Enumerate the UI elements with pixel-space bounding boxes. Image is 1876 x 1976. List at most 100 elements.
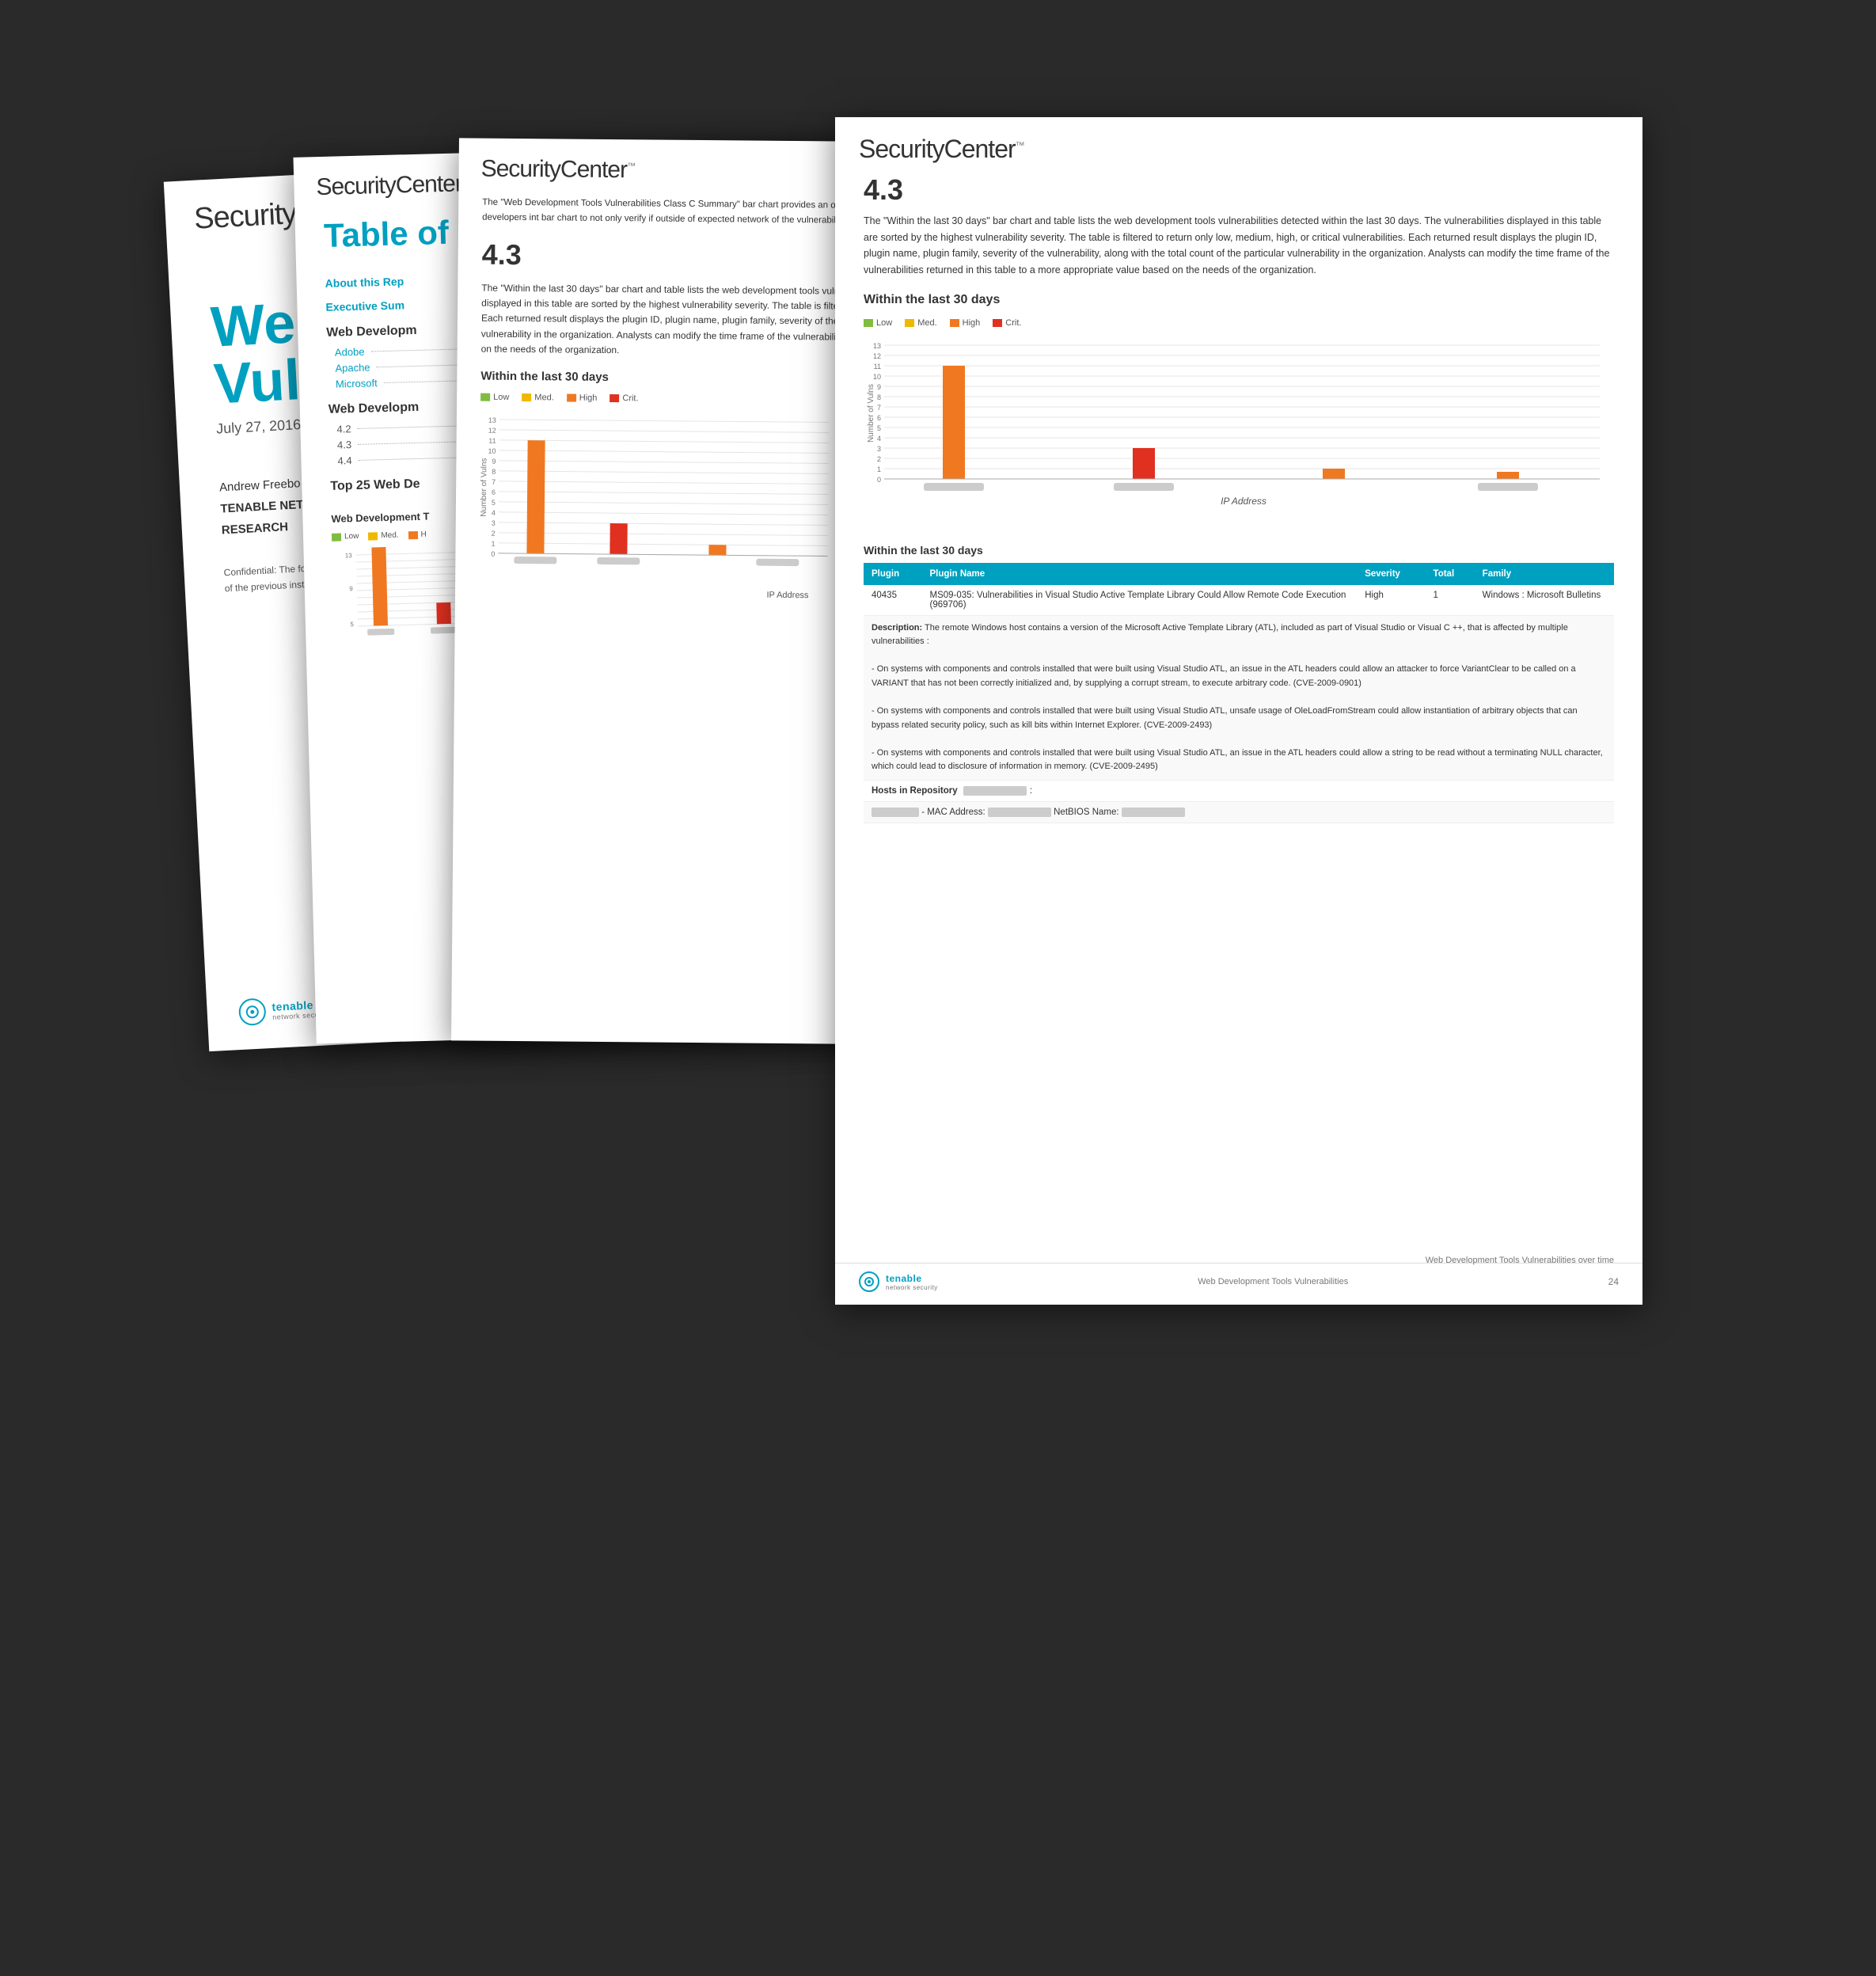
cell-description: Description: The remote Windows host con… [864,615,1614,781]
svg-text:1: 1 [491,540,495,548]
legend-med-p3: Med. [522,393,554,402]
footer-tenable-name: tenable [886,1273,938,1284]
col-total: Total [1426,563,1475,585]
col-family: Family [1475,563,1614,585]
vuln-table-body: 40435 MS09-035: Vulnerabilities in Visua… [864,585,1614,823]
legend-low-p4-label: Low [876,318,892,328]
page3-bar-chart: 13 12 11 10 9 8 7 6 5 4 3 2 1 0 [479,408,845,585]
legend-high-p3-label: High [579,393,598,403]
legend-med-color [368,532,378,540]
legend-high-p4: High [950,318,981,328]
legend-high-label: H [420,530,427,539]
legend-high-p3-color [567,393,576,401]
svg-text:3: 3 [492,519,496,527]
legend-high-p4-color [950,319,959,327]
vuln-table: Plugin Plugin Name Severity Total Family… [864,563,1614,824]
legend-low-p3: Low [480,392,509,401]
legend-med-p3-color [522,393,531,401]
pages-stack: SecurityCenter™ Web DeVulnera July 27, 2… [186,117,1690,1859]
svg-text:13: 13 [873,342,881,350]
svg-text:4: 4 [492,509,496,517]
legend-crit-p4-label: Crit. [1005,318,1021,328]
legend-crit-p4: Crit. [993,318,1021,328]
cell-mac: - MAC Address: NetBIOS Name: [864,802,1614,823]
svg-text:5: 5 [350,621,354,628]
svg-text:0: 0 [491,550,495,558]
netbios-blurred [1122,808,1185,817]
desc-label: Description: [872,623,922,633]
svg-text:9: 9 [349,585,353,592]
svg-text:5: 5 [492,499,496,507]
svg-text:7: 7 [877,404,881,412]
toc-44-label: 4.4 [337,454,351,466]
legend-low-p4: Low [864,318,892,328]
mac-blurred [988,808,1051,817]
svg-text:10: 10 [488,447,496,455]
page4-table-title: Within the last 30 days [864,544,1614,557]
svg-text:9: 9 [877,383,881,391]
vuln-table-header: Plugin Plugin Name Severity Total Family [864,563,1614,585]
col-severity: Severity [1357,563,1425,585]
footer-network-security: network security [886,1284,938,1291]
svg-text:8: 8 [877,393,881,401]
col-plugin-name: Plugin Name [922,563,1358,585]
page4-section-num: 4.3 [864,173,1614,207]
footer-icon-inner [864,1277,874,1286]
page4-chart-title: Within the last 30 days [864,293,1614,307]
svg-text:9: 9 [492,458,496,466]
legend-high-p3: High [567,393,598,402]
svg-text:11: 11 [488,437,496,445]
cell-severity: High [1357,585,1425,616]
footer-right-label: Web Development Tools Vulnerabilities ov… [1426,1256,1614,1265]
toc-microsoft-label: Microsoft [336,377,378,390]
legend-med-p4: Med. [905,318,936,328]
svg-text:10: 10 [873,373,881,381]
legend-low-p3-color [480,393,490,401]
table-row-description: Description: The remote Windows host con… [864,615,1614,781]
tenable-icon [238,998,267,1026]
legend-med-p4-color [905,319,914,327]
cell-total: 1 [1426,585,1475,616]
legend-crit-p3-label: Crit. [622,393,638,403]
toc-42-label: 4.2 [336,423,351,435]
toc-apache-label: Apache [335,361,370,374]
page-main: SecurityCenter™ 4.3 The "Within the last… [835,117,1642,1305]
svg-text:1: 1 [877,466,881,473]
tenable-icon-inner [245,1005,259,1019]
legend-crit-p3-color [610,394,619,402]
org-name: TENABLE NETW [220,497,315,515]
footer-tenable-icon [859,1271,879,1292]
footer-page-number: 24 [1608,1276,1619,1287]
sc-logo-main: SecurityCenter™ [835,117,1642,164]
legend-med-p3-label: Med. [534,393,554,402]
page4-body-text: The "Within the last 30 days" bar chart … [864,213,1614,279]
toc-43-label: 4.3 [337,439,351,450]
dept-name: RESEARCH [221,520,288,537]
legend-crit-p3: Crit. [610,393,638,403]
legend-low-p3-label: Low [493,393,509,402]
legend-med-toc: Med. [368,531,399,541]
svg-text:6: 6 [492,488,496,496]
svg-text:8: 8 [492,468,496,476]
svg-text:2: 2 [492,530,496,538]
legend-med-label: Med. [381,531,399,541]
ip-blurred [872,808,919,817]
table-row: 40435 MS09-035: Vulnerabilities in Visua… [864,585,1614,616]
legend-low-toc: Low [332,532,359,542]
svg-text:3: 3 [877,445,881,453]
legend-high-toc: H [408,530,427,540]
footer-tenable-logo: tenable network security [859,1271,938,1292]
svg-text:12: 12 [488,427,496,435]
svg-text:0: 0 [877,476,881,484]
svg-text:2: 2 [877,455,881,463]
svg-text:IP Address: IP Address [1221,496,1266,507]
svg-text:Number of Vulns: Number of Vulns [867,383,875,442]
svg-text:11: 11 [874,363,881,370]
legend-med-p4-label: Med. [917,318,936,328]
table-row-mac: - MAC Address: NetBIOS Name: [864,802,1614,823]
page4-bar-chart: 13 12 11 10 9 8 7 6 5 4 3 2 1 0 [864,334,1608,524]
page4-footer: tenable network security Web Development… [835,1263,1642,1292]
svg-text:4: 4 [877,435,881,443]
svg-text:5: 5 [877,424,881,432]
legend-high-p4-label: High [963,318,981,328]
